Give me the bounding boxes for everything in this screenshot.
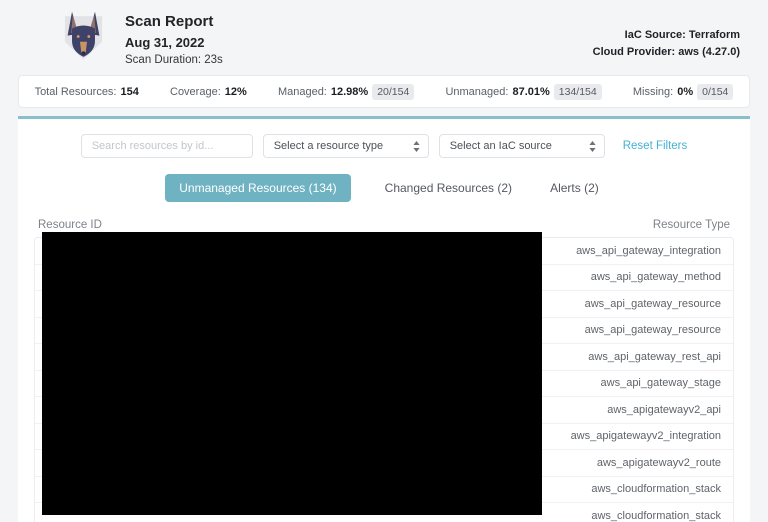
resource-type-cell: aws_cloudformation_stack <box>591 483 721 495</box>
column-header-resource-type: Resource Type <box>653 219 730 231</box>
stat-value: 0% <box>677 86 693 98</box>
iac-source-label: IaC Source: Terraform <box>593 27 740 44</box>
resource-type-cell: aws_api_gateway_resource <box>585 298 721 310</box>
tab[interactable]: Changed Resources (2) <box>381 174 516 202</box>
filter-bar: Select a resource type Select an IaC sou… <box>18 119 750 158</box>
stat-label: Unmanaged: <box>445 86 508 98</box>
column-header-resource-id: Resource ID <box>38 219 102 231</box>
tab[interactable]: Alerts (2) <box>546 174 603 202</box>
redacted-resource-id-area <box>42 232 542 515</box>
page-title: Scan Report <box>125 13 223 30</box>
reset-filters-link[interactable]: Reset Filters <box>623 140 688 152</box>
tab-bar: Unmanaged Resources (134) Changed Resour… <box>18 174 750 202</box>
cloud-provider-label: Cloud Provider: aws (4.27.0) <box>593 44 740 61</box>
stats-bar: Total Resources: 154 Coverage: 12% Manag… <box>18 75 750 108</box>
stat-item: Total Resources: 154 <box>35 86 139 98</box>
search-input[interactable] <box>81 134 253 158</box>
stat-label: Total Resources: <box>35 86 117 98</box>
stat-item: Missing: 0% 0/154 <box>633 84 734 100</box>
iac-source-select-value: Select an IaC source <box>450 140 552 152</box>
tab[interactable]: Unmanaged Resources (134) <box>165 174 350 202</box>
stat-badge: 20/154 <box>372 84 414 100</box>
stat-label: Coverage: <box>170 86 221 98</box>
report-header: Scan Report Aug 31, 2022 Scan Duration: … <box>0 0 768 75</box>
resource-type-cell: aws_apigatewayv2_api <box>607 404 721 416</box>
resource-type-cell: aws_apigatewayv2_route <box>597 457 721 469</box>
scan-date: Aug 31, 2022 <box>125 35 223 50</box>
resource-type-select[interactable]: Select a resource type <box>263 134 429 158</box>
stat-item: Coverage: 12% <box>170 86 247 98</box>
driftctl-logo-icon <box>57 10 110 63</box>
resource-type-cell: aws_api_gateway_resource <box>585 324 721 336</box>
stat-value: 12.98% <box>331 86 368 98</box>
resource-type-cell: aws_cloudformation_stack <box>591 510 721 522</box>
resource-type-cell: aws_api_gateway_stage <box>601 377 721 389</box>
resource-type-cell: aws_apigatewayv2_integration <box>571 430 721 442</box>
resource-type-cell: aws_api_gateway_integration <box>576 245 721 257</box>
select-updown-icon <box>589 141 596 152</box>
resource-type-select-value: Select a resource type <box>274 140 383 152</box>
scan-duration: Scan Duration: 23s <box>125 54 223 66</box>
iac-source-select[interactable]: Select an IaC source <box>439 134 605 158</box>
stat-value: 154 <box>121 86 139 98</box>
stat-label: Missing: <box>633 86 673 98</box>
stat-value: 87.01% <box>512 86 549 98</box>
stat-badge: 134/154 <box>554 84 602 100</box>
resource-type-cell: aws_api_gateway_rest_api <box>588 351 721 363</box>
stat-label: Managed: <box>278 86 327 98</box>
stat-item: Unmanaged: 87.01% 134/154 <box>445 84 601 100</box>
select-updown-icon <box>413 141 420 152</box>
table-header-row: Resource ID Resource Type <box>34 219 734 231</box>
stat-value: 12% <box>225 86 247 98</box>
stat-item: Managed: 12.98% 20/154 <box>278 84 414 100</box>
resource-type-cell: aws_api_gateway_method <box>591 271 721 283</box>
stat-badge: 0/154 <box>697 84 733 100</box>
